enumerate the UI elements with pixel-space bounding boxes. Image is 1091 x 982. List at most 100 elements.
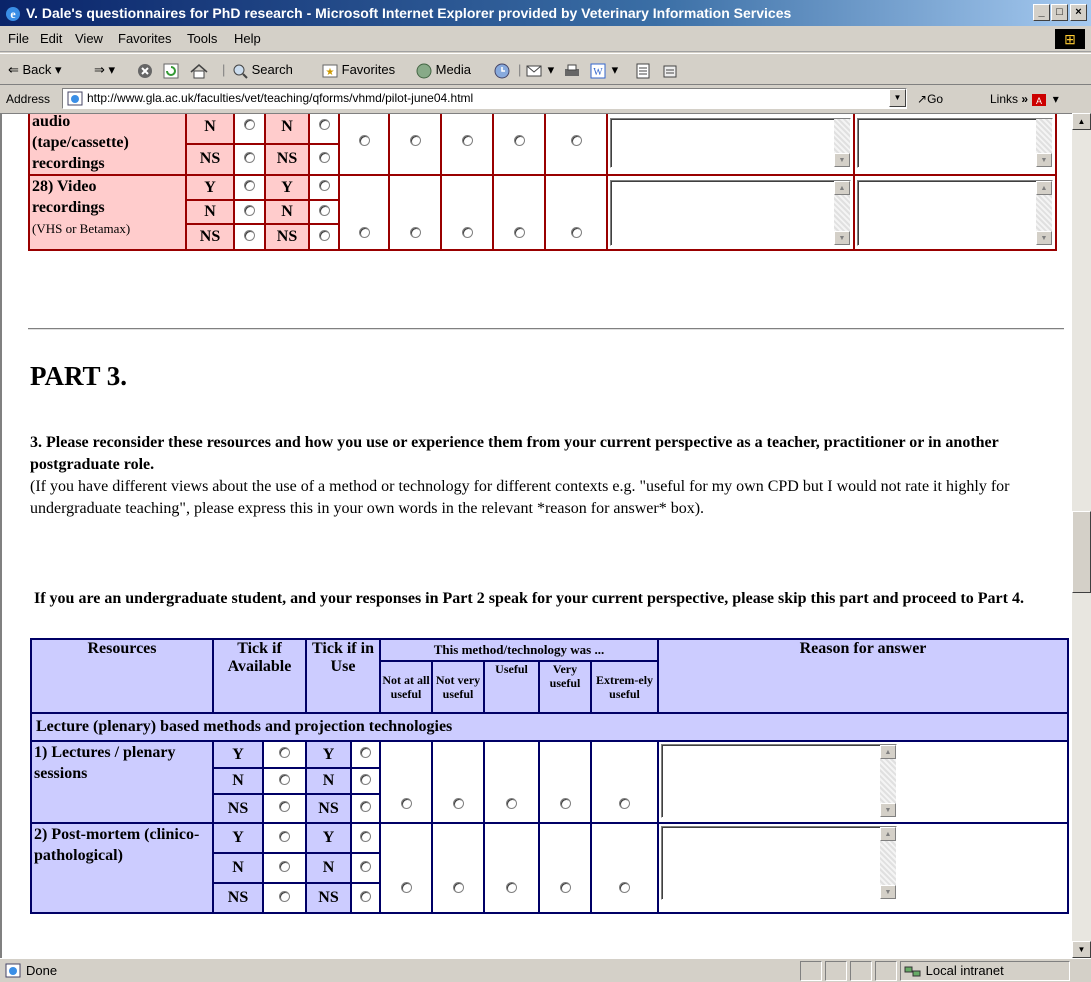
- radio-button[interactable]: [506, 882, 517, 893]
- inuse-radio-cell[interactable]: [350, 740, 381, 769]
- inuse-radio-cell[interactable]: [350, 822, 381, 854]
- radio-button[interactable]: [360, 890, 371, 902]
- radio-button[interactable]: [358, 227, 370, 238]
- scroll-up-icon[interactable]: ▲: [880, 745, 896, 759]
- inuse-radio-cell[interactable]: [350, 882, 381, 914]
- radio-button[interactable]: [318, 119, 330, 131]
- menu-tools[interactable]: Tools: [187, 31, 217, 46]
- scroll-up-icon[interactable]: ▲: [880, 827, 896, 841]
- scroll-up-icon[interactable]: ▲: [1036, 180, 1052, 195]
- rating-cell[interactable]: [388, 174, 442, 251]
- radio-button[interactable]: [279, 860, 290, 872]
- avail-radio-cell[interactable]: [262, 767, 307, 795]
- radio-button[interactable]: [244, 151, 255, 163]
- avail-radio-cell[interactable]: [233, 199, 266, 225]
- rating-cell[interactable]: [590, 822, 659, 914]
- rating-cell[interactable]: [431, 822, 485, 914]
- rating-cell[interactable]: [338, 174, 390, 251]
- avail-radio-cell[interactable]: [233, 114, 266, 145]
- radio-button[interactable]: [400, 882, 412, 893]
- search-button[interactable]: Search: [232, 62, 293, 79]
- mail-button[interactable]: ▾: [526, 62, 554, 79]
- radio-button[interactable]: [244, 119, 255, 131]
- radio-button[interactable]: [559, 882, 571, 893]
- radio-button[interactable]: [279, 801, 290, 812]
- inuse-radio-cell[interactable]: [308, 174, 340, 201]
- radio-button[interactable]: [244, 229, 255, 241]
- rating-cell[interactable]: [544, 114, 608, 176]
- inuse-radio-cell[interactable]: [308, 199, 340, 225]
- avail-radio-cell[interactable]: [262, 822, 307, 854]
- scroll-down-icon[interactable]: ▼: [834, 230, 850, 245]
- scrollbar-thumb[interactable]: [1072, 511, 1091, 593]
- radio-button[interactable]: [318, 180, 330, 191]
- comment-textarea[interactable]: ▼: [857, 117, 1053, 168]
- radio-button[interactable]: [318, 229, 330, 241]
- rating-cell[interactable]: [388, 114, 442, 176]
- rating-cell[interactable]: [483, 822, 540, 914]
- radio-button[interactable]: [409, 227, 421, 238]
- rating-cell[interactable]: [379, 740, 433, 824]
- radio-button[interactable]: [279, 830, 290, 842]
- maximize-button[interactable]: □: [1051, 4, 1068, 21]
- edit-word-button[interactable]: W ▾: [590, 62, 618, 79]
- radio-button[interactable]: [400, 798, 412, 809]
- research-button[interactable]: [662, 62, 678, 79]
- scroll-down-icon[interactable]: ▼: [880, 803, 896, 817]
- rating-cell[interactable]: [379, 822, 433, 914]
- refresh-button[interactable]: [163, 62, 179, 79]
- reason-textarea[interactable]: ▲ ▼: [661, 826, 897, 900]
- reason-textarea[interactable]: ▲ ▼: [610, 179, 851, 246]
- home-button[interactable]: [190, 62, 208, 79]
- menu-help[interactable]: Help: [234, 31, 261, 46]
- address-dropdown-button[interactable]: ▼: [889, 89, 906, 107]
- rating-cell[interactable]: [538, 740, 592, 824]
- menu-edit[interactable]: Edit: [40, 31, 62, 46]
- scroll-down-icon[interactable]: ▼: [1036, 230, 1052, 245]
- inuse-radio-cell[interactable]: [350, 793, 381, 824]
- rating-cell[interactable]: [538, 822, 592, 914]
- radio-button[interactable]: [409, 135, 421, 146]
- rating-cell[interactable]: [483, 740, 540, 824]
- close-button[interactable]: ×: [1070, 4, 1087, 21]
- comment-textarea[interactable]: ▲ ▼: [857, 179, 1053, 246]
- radio-button[interactable]: [244, 204, 255, 216]
- avail-radio-cell[interactable]: [262, 852, 307, 884]
- avail-radio-cell[interactable]: [233, 223, 266, 251]
- radio-button[interactable]: [619, 798, 630, 809]
- history-button[interactable]: [493, 62, 511, 79]
- radio-button[interactable]: [279, 747, 290, 758]
- radio-button[interactable]: [619, 882, 630, 893]
- radio-button[interactable]: [318, 151, 330, 163]
- scroll-down-icon[interactable]: ▼: [880, 885, 896, 899]
- print-button[interactable]: [563, 62, 581, 79]
- stop-button[interactable]: [137, 62, 153, 79]
- radio-button[interactable]: [360, 830, 371, 842]
- address-input[interactable]: http://www.gla.ac.uk/faculties/vet/teach…: [62, 88, 907, 109]
- radio-button[interactable]: [318, 204, 330, 216]
- rating-cell[interactable]: [492, 114, 546, 176]
- radio-button[interactable]: [452, 798, 464, 809]
- inuse-radio-cell[interactable]: [308, 114, 340, 145]
- avail-radio-cell[interactable]: [262, 882, 307, 914]
- scroll-up-icon[interactable]: ▲: [834, 180, 850, 195]
- radio-button[interactable]: [244, 180, 255, 191]
- radio-button[interactable]: [279, 773, 290, 785]
- minimize-button[interactable]: _: [1033, 4, 1050, 21]
- avail-radio-cell[interactable]: [233, 174, 266, 201]
- radio-button[interactable]: [513, 135, 525, 146]
- radio-button[interactable]: [360, 801, 371, 812]
- radio-button[interactable]: [360, 747, 371, 758]
- links-button[interactable]: Links » A ▾: [990, 92, 1059, 107]
- inuse-radio-cell[interactable]: [350, 767, 381, 795]
- radio-button[interactable]: [559, 798, 571, 809]
- inuse-radio-cell[interactable]: [308, 142, 340, 177]
- favorites-button[interactable]: ★ Favorites: [322, 62, 395, 79]
- back-button[interactable]: ⇐ Back ▾: [8, 62, 62, 78]
- radio-button[interactable]: [358, 135, 370, 146]
- scroll-down-icon[interactable]: ▼: [1072, 941, 1091, 958]
- reason-textarea[interactable]: ▼: [610, 117, 851, 168]
- rating-cell[interactable]: [590, 740, 659, 824]
- radio-button[interactable]: [570, 135, 582, 146]
- radio-button[interactable]: [360, 773, 371, 785]
